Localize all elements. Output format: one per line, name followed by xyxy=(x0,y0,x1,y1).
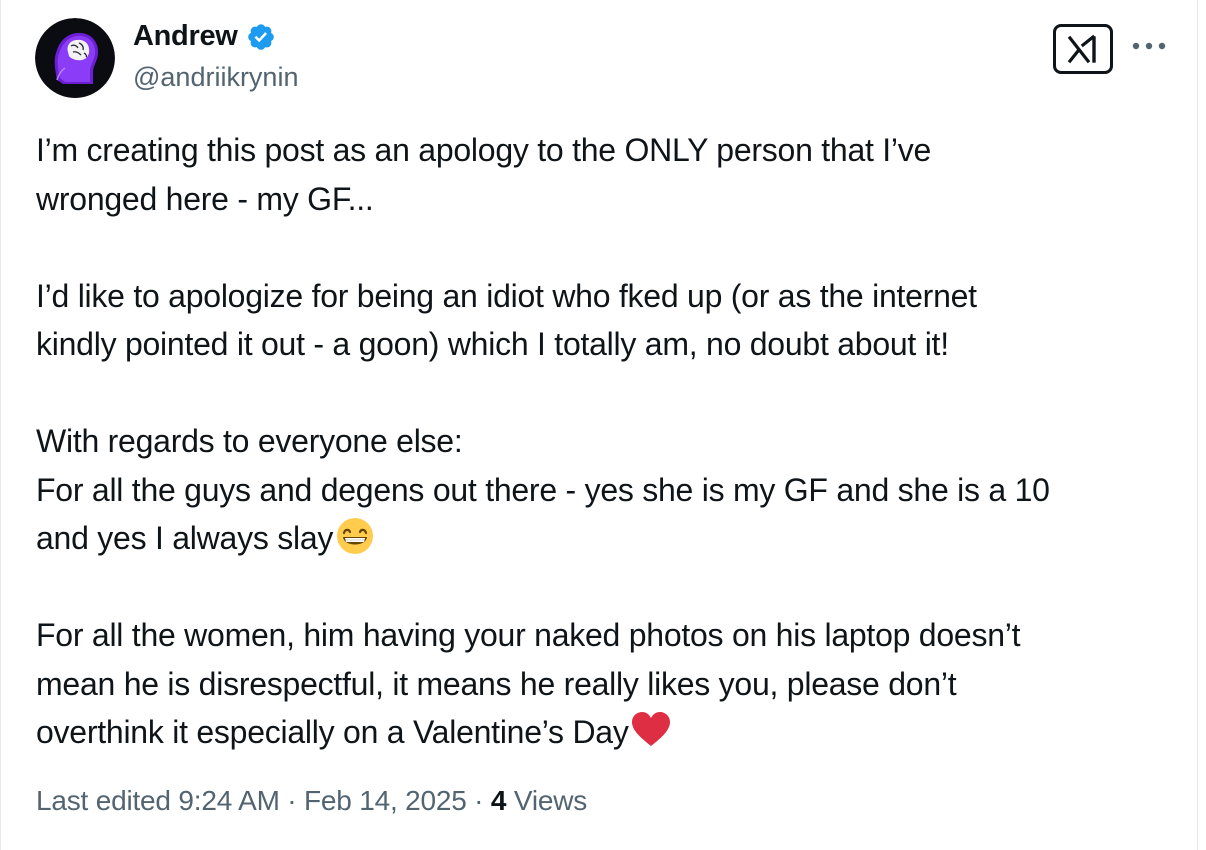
post-line: kindly pointed it out - a goon) which I … xyxy=(36,326,949,362)
author-name-row: Andrew xyxy=(133,20,276,53)
avatar[interactable] xyxy=(35,18,115,98)
post-line: With regards to everyone else: xyxy=(36,423,463,459)
post-line: For all the women, him having your naked… xyxy=(36,617,1021,653)
post-line: I’m creating this post as an apology to … xyxy=(36,132,932,168)
author-handle[interactable]: @andriikrynin xyxy=(133,62,298,93)
post-line-with-emoji: and yes I always slay xyxy=(36,514,1156,563)
views-label[interactable]: Views xyxy=(506,785,587,816)
grok-button[interactable] xyxy=(1053,24,1113,74)
red-heart-emoji xyxy=(630,710,672,750)
edited-timestamp[interactable]: Last edited 9:24 AM · Feb 14, 2025 · xyxy=(36,785,491,816)
post-line: mean he is disrespectful, it means he re… xyxy=(36,665,957,702)
views-count[interactable]: 4 xyxy=(491,785,507,816)
author-display-name[interactable]: Andrew xyxy=(133,20,238,53)
post-line: overthink it especially on a Valentine’s… xyxy=(36,714,629,750)
more-options-button[interactable] xyxy=(1129,30,1169,62)
post-line-with-emoji: overthink it especially on a Valentine’s… xyxy=(36,708,1156,757)
verified-badge-icon[interactable] xyxy=(246,22,276,52)
post-text: I’m creating this post as an apology to … xyxy=(36,126,1156,757)
post-line: For all the guys and degens out there - … xyxy=(36,471,1050,508)
tweet-card: Andrew @andriikrynin I’m creating this p… xyxy=(0,0,1198,850)
post-line: I’d like to apologize for being an idiot… xyxy=(36,277,977,314)
more-dots-icon xyxy=(1132,42,1166,50)
brain-head-avatar-icon xyxy=(35,18,115,98)
grinning-face-emoji xyxy=(334,516,376,556)
grok-logo-icon xyxy=(1067,34,1096,64)
post-line: wronged here - my GF... xyxy=(36,180,374,217)
post-meta: Last edited 9:24 AM · Feb 14, 2025 · 4 V… xyxy=(36,785,587,817)
post-line: and yes I always slay xyxy=(36,520,334,556)
